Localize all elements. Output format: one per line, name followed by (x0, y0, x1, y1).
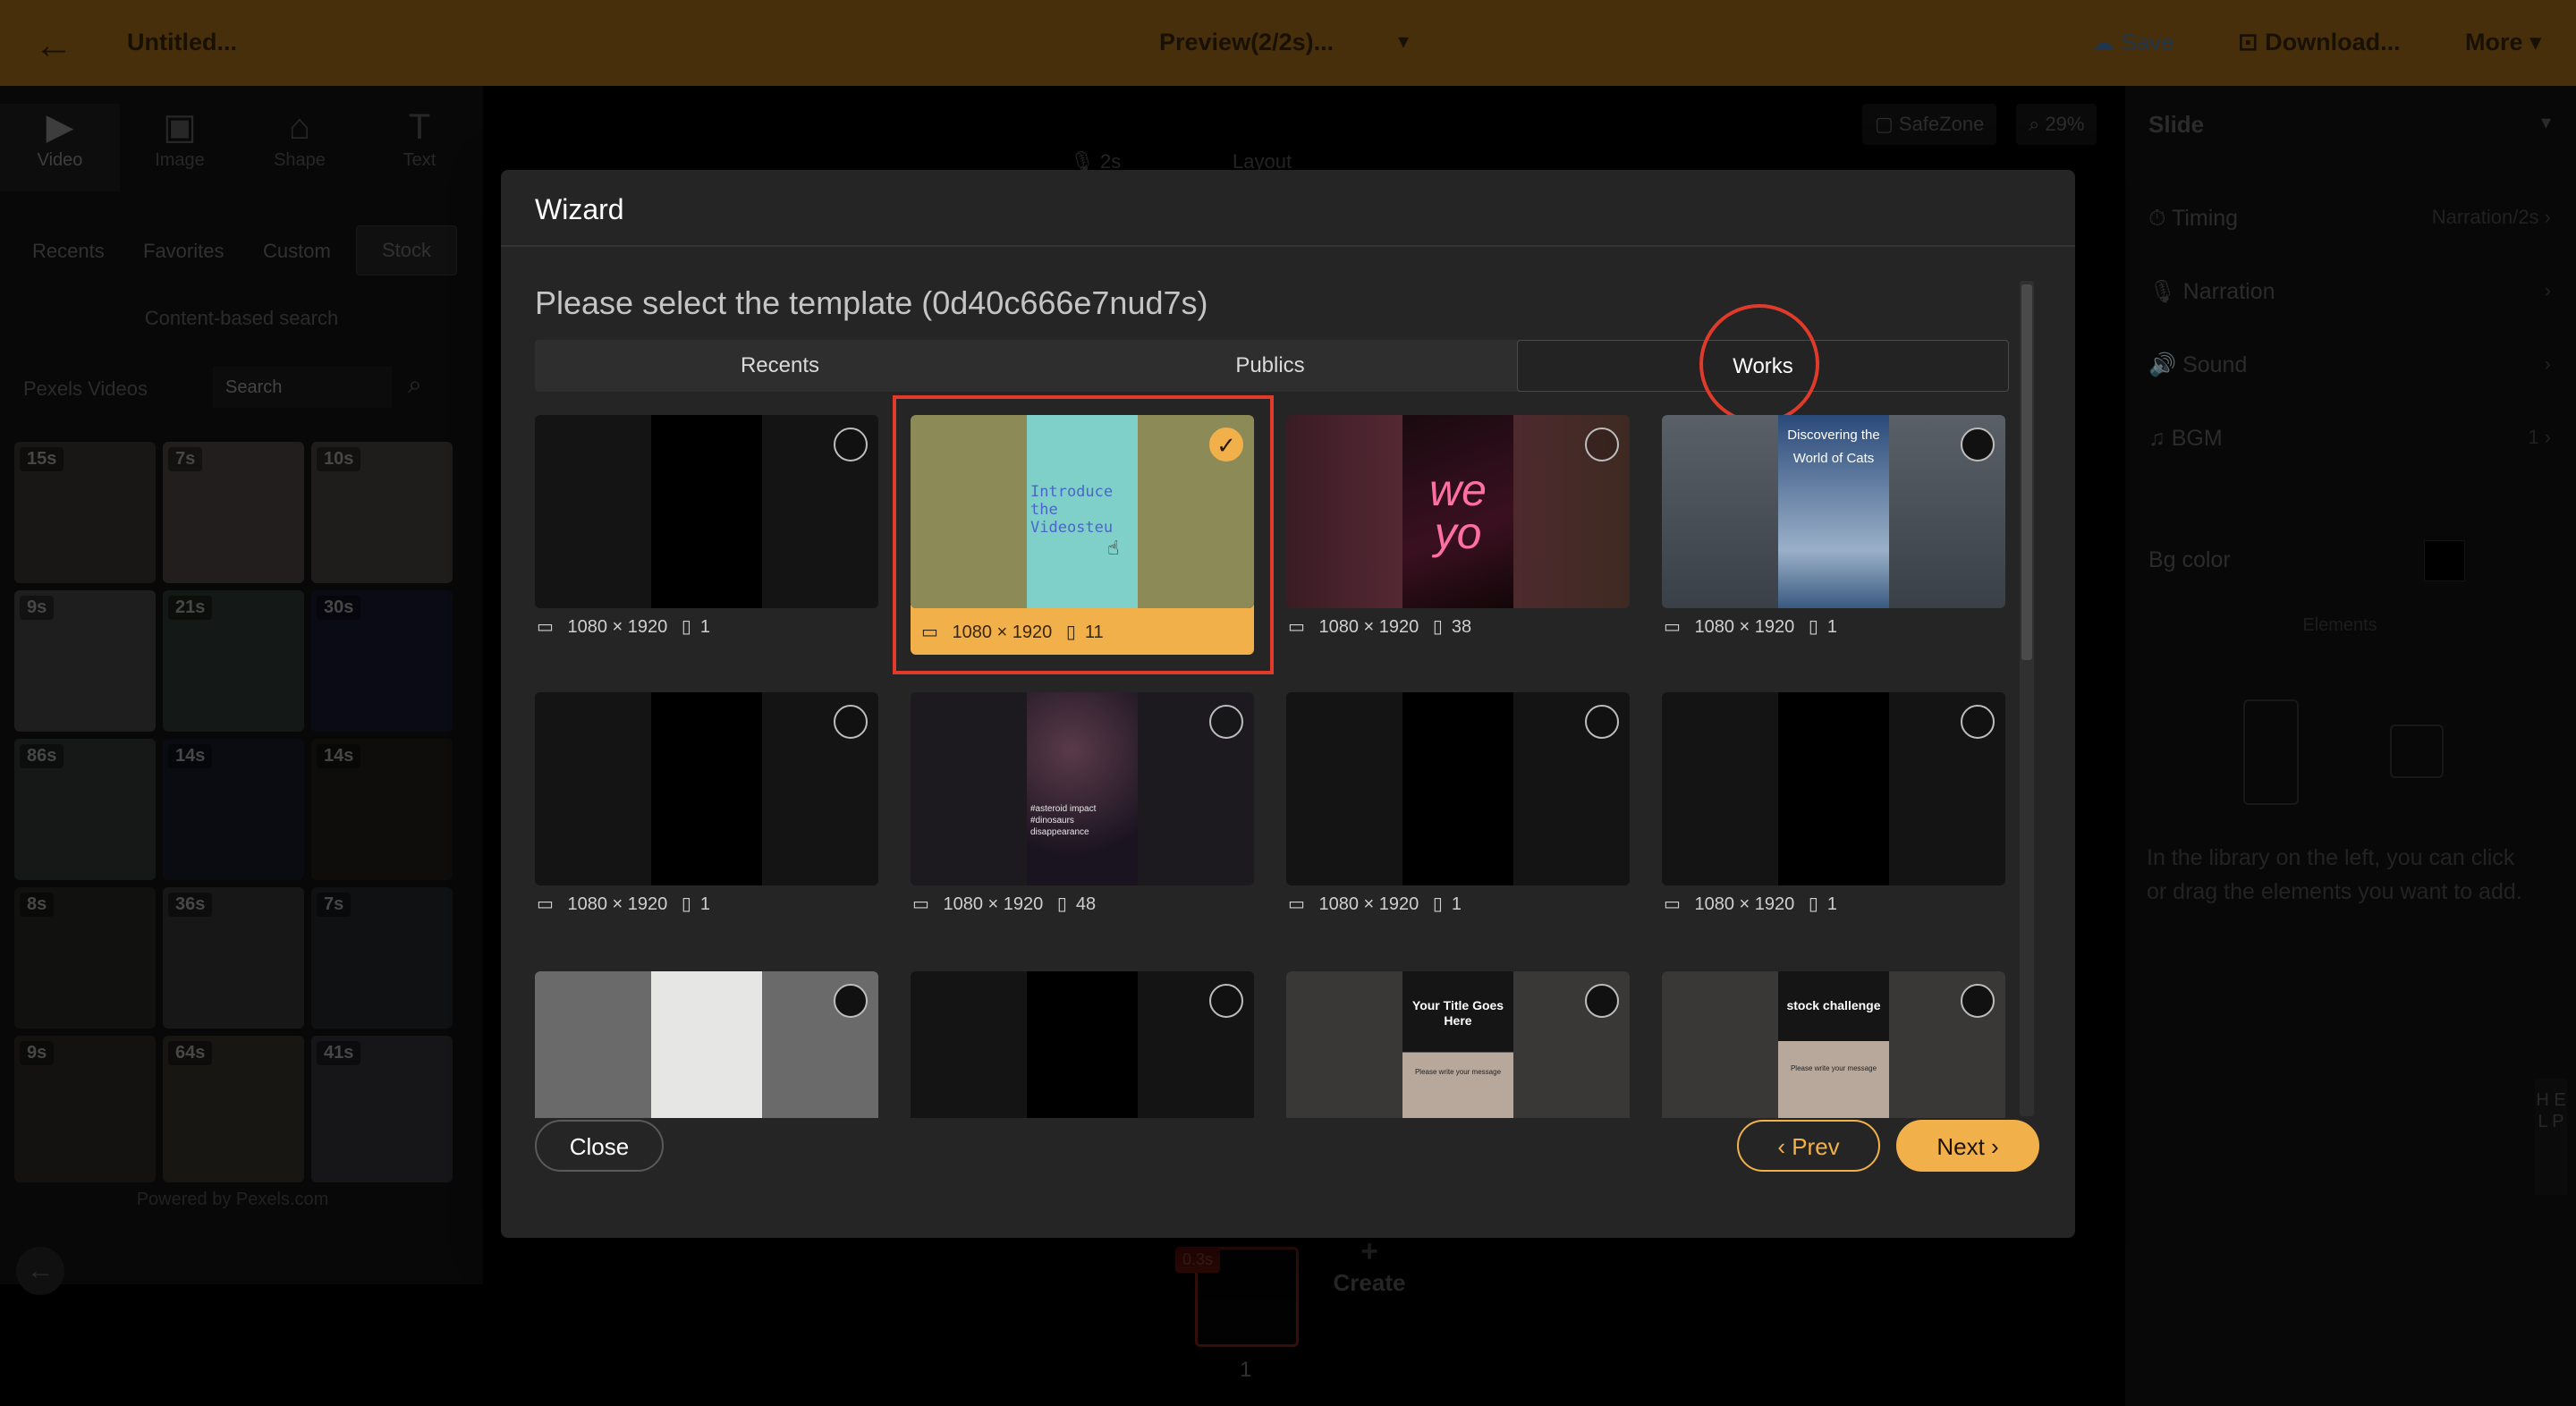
radio-icon[interactable] (1961, 705, 1995, 739)
template-meta: ▭ 1080 × 1920 ▯ 48 (912, 893, 1105, 915)
template-text: we yo (1429, 465, 1487, 558)
template-thumbnail: Discovering the World of Cats (1662, 415, 2005, 608)
template-meta: ▭ 1080 × 1920 ▯ 1 (537, 893, 719, 915)
template-thumbnail (1286, 692, 1630, 885)
selection-highlight-annotation (893, 395, 1274, 674)
template-thumbnail (911, 971, 1254, 1118)
template-size: 1080 × 1920 (1694, 894, 1795, 914)
pages-icon: ▯ (1432, 617, 1443, 637)
next-button[interactable]: Next › (1896, 1120, 2039, 1172)
template-text: #asteroid impact #dinosaurs disappearanc… (1030, 804, 1097, 837)
template-thumbnail: we yo (1286, 415, 1630, 608)
tab-recents[interactable]: Recents (535, 340, 1025, 392)
pages-icon: ▯ (1432, 894, 1443, 914)
template-pages: 38 (1451, 617, 1472, 637)
radio-icon[interactable] (1585, 984, 1619, 1018)
template-thumbnail: #asteroid impact #dinosaurs disappearanc… (911, 692, 1254, 885)
template-thumbnail (535, 971, 878, 1118)
template-prompt: Please select the template (0d40c666e7nu… (535, 284, 1208, 321)
template-text: Your Title Goes Here (1411, 998, 1504, 1028)
radio-icon[interactable] (1209, 984, 1243, 1018)
template-thumbnail (535, 692, 878, 885)
template-pages: 1 (699, 894, 710, 914)
radio-icon[interactable] (1209, 705, 1243, 739)
radio-icon[interactable] (834, 428, 868, 462)
template-thumbnail: Your Title Goes Here Please write your m… (1286, 971, 1630, 1118)
template-meta: ▭ 1080 × 1920 ▯ 38 (1288, 615, 1480, 638)
prev-button[interactable]: ‹ Prev (1737, 1120, 1880, 1172)
template-size: 1080 × 1920 (1694, 617, 1795, 637)
template-size: 1080 × 1920 (567, 617, 668, 637)
dialog-title: Wizard (535, 193, 624, 225)
size-icon: ▭ (912, 894, 929, 914)
template-pages: 1 (1826, 894, 1837, 914)
size-icon: ▭ (1664, 617, 1681, 637)
pages-icon: ▯ (1808, 617, 1818, 637)
template-pages: 1 (1826, 617, 1837, 637)
size-icon: ▭ (537, 894, 554, 914)
radio-icon[interactable] (1961, 428, 1995, 462)
template-size: 1080 × 1920 (1318, 894, 1419, 914)
template-thumbnail (535, 415, 878, 608)
template-meta: ▭ 1080 × 1920 ▯ 1 (1664, 893, 1846, 915)
size-icon: ▭ (1664, 894, 1681, 914)
template-pages: 48 (1075, 894, 1097, 914)
radio-icon[interactable] (1585, 705, 1619, 739)
scrollbar-thumb[interactable] (2021, 284, 2032, 660)
template-subtext: Please write your message (1790, 1064, 1877, 1072)
size-icon: ▭ (1288, 894, 1305, 914)
pages-icon: ▯ (681, 617, 691, 637)
template-pages: 1 (699, 617, 710, 637)
template-size: 1080 × 1920 (567, 894, 668, 914)
pages-icon: ▯ (1808, 894, 1818, 914)
size-icon: ▭ (1288, 617, 1305, 637)
template-size: 1080 × 1920 (1318, 617, 1419, 637)
template-text: Discovering the World of Cats (1787, 428, 1880, 466)
dialog-header: Wizard (501, 170, 2075, 247)
tab-highlight-annotation (1699, 304, 1819, 424)
size-icon: ▭ (537, 617, 554, 637)
template-thumbnail: stock challenge Please write your messag… (1662, 971, 2005, 1118)
template-pages: 1 (1451, 894, 1462, 914)
radio-icon[interactable] (1585, 428, 1619, 462)
pages-icon: ▯ (1056, 894, 1067, 914)
template-size: 1080 × 1920 (943, 894, 1044, 914)
template-subtext: Please write your message (1414, 1068, 1502, 1076)
template-meta: ▭ 1080 × 1920 ▯ 1 (1664, 615, 1846, 638)
radio-icon[interactable] (834, 705, 868, 739)
template-meta: ▭ 1080 × 1920 ▯ 1 (1288, 893, 1470, 915)
radio-icon[interactable] (834, 984, 868, 1018)
template-grid: ▭ 1080 × 1920 ▯ 1 Introduce the Videosteu… (535, 411, 2020, 1118)
template-thumbnail (1662, 692, 2005, 885)
template-text: stock challenge (1786, 998, 1881, 1012)
radio-icon[interactable] (1961, 984, 1995, 1018)
grid-scrollbar[interactable] (2020, 281, 2034, 1116)
template-meta: ▭ 1080 × 1920 ▯ 1 (537, 615, 719, 638)
tab-publics[interactable]: Publics (1025, 340, 1515, 392)
pages-icon: ▯ (681, 894, 691, 914)
close-button[interactable]: Close (535, 1120, 664, 1172)
